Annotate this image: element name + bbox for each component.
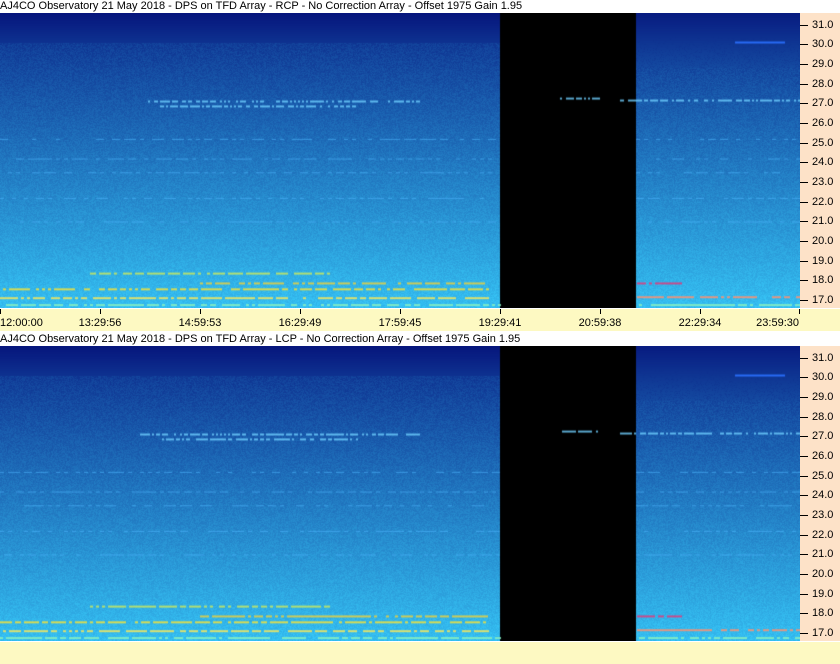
freq-tick-label: 30.0 xyxy=(812,38,834,51)
freq-tick-label: 27.0 xyxy=(812,97,834,110)
rcp-frequency-axis: 31.0 30.0 29.0 28.0 27.0 26.0 25.0 24.0 23.0 22.0… xyxy=(800,13,840,308)
freq-tick-label: 17.0 xyxy=(812,294,834,307)
time-axis: 12:00:00 13:29:56 14:59:53 16:29:49 17:59:45… xyxy=(0,309,840,331)
freq-tick-label: 31.0 xyxy=(812,18,834,31)
lcp-spectrogram[interactable] xyxy=(0,346,800,641)
time-tick-label: 17:59:45 xyxy=(378,317,422,329)
freq-tick-label: 21.0 xyxy=(812,548,834,561)
freq-tick-label: 22.0 xyxy=(812,528,834,541)
freq-tick-label: 28.0 xyxy=(812,410,834,423)
time-tick-label: 14:59:53 xyxy=(178,317,222,329)
freq-tick-label: 19.0 xyxy=(812,254,834,267)
freq-tick-label: 26.0 xyxy=(812,450,834,463)
time-tick-label: 22:29:34 xyxy=(678,317,722,329)
freq-tick-label: 23.0 xyxy=(812,509,834,522)
time-tick-label: 16:29:49 xyxy=(278,317,322,329)
rcp-spectrogram[interactable] xyxy=(0,13,800,308)
freq-tick-label: 18.0 xyxy=(812,607,834,620)
freq-tick-label: 24.0 xyxy=(812,156,834,169)
freq-tick-label: 20.0 xyxy=(812,568,834,581)
time-tick-label: 20:59:38 xyxy=(578,317,622,329)
time-tick-label: 19:29:41 xyxy=(478,317,522,329)
bottom-status-bar xyxy=(0,642,840,664)
freq-tick-label: 31.0 xyxy=(812,351,834,364)
freq-tick-label: 23.0 xyxy=(812,176,834,189)
rcp-title: AJ4CO Observatory 21 May 2018 - DPS on T… xyxy=(0,0,523,12)
freq-tick-label: 22.0 xyxy=(812,195,834,208)
lcp-title: AJ4CO Observatory 21 May 2018 - DPS on T… xyxy=(0,333,521,345)
lcp-frequency-axis: 31.0 30.0 29.0 28.0 27.0 26.0 25.0 24.0 23.0 22.0… xyxy=(800,346,840,641)
time-tick-label: 23:59:30 xyxy=(756,317,799,329)
freq-tick-label: 21.0 xyxy=(812,215,834,228)
freq-tick-label: 19.0 xyxy=(812,587,834,600)
freq-tick-label: 25.0 xyxy=(812,469,834,482)
freq-tick-label: 25.0 xyxy=(812,136,834,149)
freq-tick-label: 28.0 xyxy=(812,77,834,90)
freq-tick-label: 30.0 xyxy=(812,371,834,384)
freq-tick-label: 18.0 xyxy=(812,274,834,287)
freq-tick-label: 29.0 xyxy=(812,391,834,404)
freq-tick-label: 17.0 xyxy=(812,627,834,640)
freq-tick-label: 29.0 xyxy=(812,58,834,71)
rcp-spectrogram-canvas xyxy=(0,13,800,308)
freq-tick-label: 26.0 xyxy=(812,117,834,130)
freq-tick-label: 24.0 xyxy=(812,489,834,502)
freq-tick-label: 20.0 xyxy=(812,235,834,248)
lcp-spectrogram-canvas xyxy=(0,346,800,641)
time-tick-label: 13:29:56 xyxy=(78,317,122,329)
time-tick-label: 12:00:00 xyxy=(0,317,43,329)
freq-tick-label: 27.0 xyxy=(812,430,834,443)
